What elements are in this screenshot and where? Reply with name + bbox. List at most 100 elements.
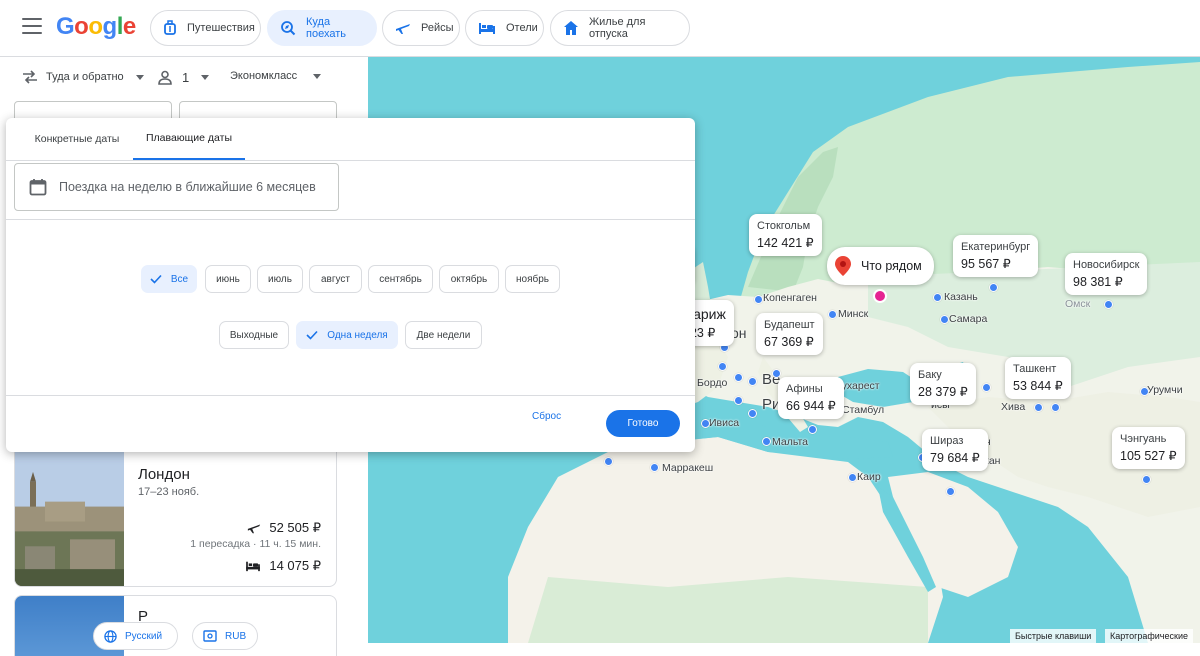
destination-pin[interactable] <box>946 487 955 496</box>
flexible-date-field[interactable]: Поездка на неделю в ближайшие 6 месяцев <box>14 163 339 211</box>
result-card[interactable]: Р <box>14 595 337 656</box>
destination-bubble-tashkent[interactable]: Ташкент 53 844 ₽ <box>1005 357 1071 399</box>
chevron-down-icon <box>135 74 144 80</box>
destination-city: Шираз <box>930 435 964 447</box>
nav-hotels[interactable]: Отели <box>465 10 544 46</box>
destination-city: Будапешт <box>764 319 815 331</box>
duration-chip-two-weeks[interactable]: Две недели <box>405 321 482 349</box>
destination-pin[interactable] <box>1142 475 1151 484</box>
destination-bubble-yekaterinburg[interactable]: Екатеринбург 95 567 ₽ <box>953 235 1039 277</box>
destination-city: Ташкент <box>1013 363 1057 375</box>
destination-pin[interactable] <box>701 419 710 428</box>
map-label: Марракеш <box>662 462 714 474</box>
destination-pin[interactable] <box>762 437 771 446</box>
destination-pin[interactable] <box>1034 403 1043 412</box>
tab-flexible-dates[interactable]: Плавающие даты <box>133 118 245 160</box>
nav-flights[interactable]: Рейсы <box>382 10 460 46</box>
destination-pin[interactable] <box>604 457 613 466</box>
current-location-marker <box>873 289 887 303</box>
trip-type-select[interactable]: Туда и обратно <box>22 70 144 84</box>
destination-bubble-stockholm[interactable]: Стокгольм 142 421 ₽ <box>749 214 822 256</box>
destination-bubble-baku[interactable]: Баку 28 379 ₽ <box>910 363 976 405</box>
month-chip-november[interactable]: ноябрь <box>505 265 560 293</box>
destination-pin[interactable] <box>933 293 942 302</box>
trip-type-label: Туда и обратно <box>46 71 124 83</box>
result-card[interactable]: Лондон 17–23 нояб. 52 505 ₽ 1 пересадка … <box>14 452 337 587</box>
bed-icon <box>478 19 496 37</box>
tab-specific-dates[interactable]: Конкретные даты <box>24 118 130 160</box>
swap-arrows-icon <box>23 70 37 84</box>
month-chip-july[interactable]: июль <box>257 265 303 293</box>
destination-pin[interactable] <box>828 310 837 319</box>
hotel-price-value: 14 075 ₽ <box>269 558 321 573</box>
map-label: Хива <box>1001 401 1026 413</box>
destination-pin[interactable] <box>718 362 727 371</box>
destination-pin[interactable] <box>748 377 757 386</box>
map-data-link[interactable]: Картографические <box>1105 629 1193 643</box>
passengers-select[interactable]: 1 <box>158 70 210 85</box>
nearby-button[interactable]: Что рядом <box>827 247 934 285</box>
person-icon <box>158 70 172 85</box>
duration-chip-label: Одна неделя <box>327 329 388 341</box>
month-chip-all[interactable]: Все <box>141 265 197 293</box>
cabin-class-select[interactable]: Экономкласс <box>230 70 322 82</box>
language-button[interactable]: Русский <box>93 622 178 650</box>
location-pin-icon <box>835 256 851 276</box>
destination-pin[interactable] <box>772 369 781 378</box>
nav-travel[interactable]: Путешествия <box>150 10 261 46</box>
destination-pin[interactable] <box>982 383 991 392</box>
map-label: Урумчи <box>1147 384 1183 396</box>
calendar-icon <box>29 179 47 196</box>
passengers-count: 1 <box>182 70 190 85</box>
month-chip-august[interactable]: август <box>309 265 362 293</box>
chevron-down-icon <box>313 73 322 79</box>
nav-flights-label: Рейсы <box>421 22 454 34</box>
destination-pin[interactable] <box>748 409 757 418</box>
london-photo <box>15 452 124 586</box>
done-button[interactable]: Готово <box>606 410 680 437</box>
main-menu-button[interactable] <box>22 18 42 34</box>
month-chip-june[interactable]: июнь <box>205 265 251 293</box>
destination-bubble-novosibirsk[interactable]: Новосибирск 98 381 ₽ <box>1065 253 1148 295</box>
currency-button[interactable]: RUB <box>192 622 258 650</box>
destination-bubble-budapest[interactable]: Будапешт 67 369 ₽ <box>756 313 823 355</box>
result-dates: 17–23 нояб. <box>138 486 200 498</box>
duration-chip-one-week[interactable]: Одна неделя <box>296 321 398 349</box>
destination-pin[interactable] <box>989 283 998 292</box>
destination-city: Екатеринбург <box>961 241 1031 253</box>
destination-price: 79 684 ₽ <box>930 451 980 465</box>
duration-chip-weekend[interactable]: Выходные <box>219 321 289 349</box>
destination-pin[interactable] <box>754 295 763 304</box>
destination-price: 98 381 ₽ <box>1073 275 1123 289</box>
map-label: Самара <box>949 313 988 325</box>
reset-button[interactable]: Сброс <box>532 411 561 422</box>
destination-bubble-shiraz[interactable]: Шираз 79 684 ₽ <box>922 429 988 471</box>
nav-vacation-rentals[interactable]: Жилье для отпуска <box>550 10 690 46</box>
destination-city: Стокгольм <box>757 220 811 232</box>
chevron-down-icon <box>201 75 210 80</box>
house-icon <box>563 19 579 37</box>
globe-icon <box>104 629 117 643</box>
destination-pin[interactable] <box>1140 387 1149 396</box>
destination-pin[interactable] <box>1104 300 1113 309</box>
destination-pin[interactable] <box>734 373 743 382</box>
destination-pin[interactable] <box>940 315 949 324</box>
destination-pin[interactable] <box>848 473 857 482</box>
destination-bubble-athens[interactable]: Афины 66 944 ₽ <box>778 377 844 419</box>
destination-price: 66 944 ₽ <box>786 399 836 413</box>
destination-pin[interactable] <box>808 425 817 434</box>
result-city: Лондон <box>138 466 190 483</box>
keyboard-shortcuts-link[interactable]: Быстрые клавиши <box>1010 629 1097 643</box>
month-chip-september[interactable]: сентябрь <box>368 265 433 293</box>
month-chip-october[interactable]: октябрь <box>439 265 499 293</box>
destination-bubble-chengguan[interactable]: Чэнгуань 105 527 ₽ <box>1112 427 1185 469</box>
destination-pin[interactable] <box>734 396 743 405</box>
nav-explore-label: Куда поехать <box>306 16 346 40</box>
flight-price-value: 52 505 ₽ <box>269 520 321 535</box>
google-logo[interactable]: Google <box>56 13 136 41</box>
nearby-label: Что рядом <box>861 259 922 273</box>
destination-price: 142 421 ₽ <box>757 236 814 250</box>
destination-pin[interactable] <box>650 463 659 472</box>
destination-pin[interactable] <box>1051 403 1060 412</box>
nav-explore[interactable]: Куда поехать <box>267 10 377 46</box>
